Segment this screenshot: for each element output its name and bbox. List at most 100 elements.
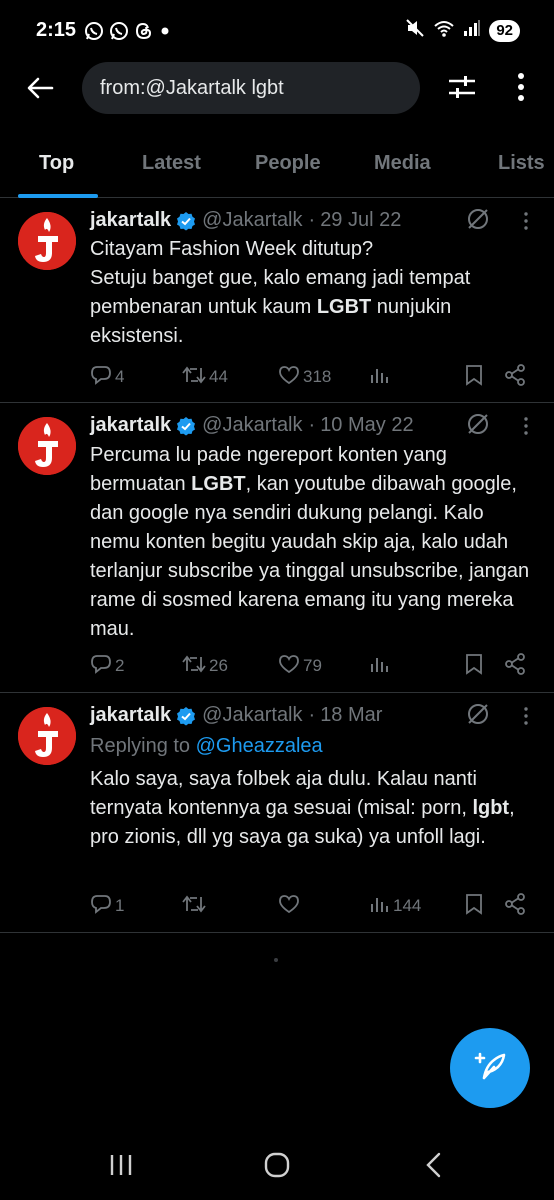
reply-icon — [90, 654, 112, 679]
date-separator: · — [308, 704, 316, 726]
tweet[interactable]: jakartalk @Jakartalk · 10 May 22 Percuma… — [0, 403, 554, 693]
share-button[interactable] — [504, 891, 526, 921]
like-count: 79 — [303, 656, 322, 675]
tab-lists[interactable]: Lists — [498, 140, 545, 198]
share-icon — [504, 652, 526, 680]
avatar[interactable] — [18, 417, 76, 475]
recent-apps-button[interactable] — [106, 1152, 136, 1182]
system-icons: 92 — [405, 18, 520, 43]
date-separator: · — [308, 209, 316, 231]
home-button[interactable] — [262, 1152, 292, 1182]
grok-button[interactable] — [464, 412, 492, 440]
grok-button[interactable] — [464, 207, 492, 235]
avatar[interactable] — [18, 707, 76, 765]
like-icon — [278, 365, 300, 390]
like-button[interactable]: 318 — [278, 362, 331, 392]
highlighted-term: lgbt — [472, 797, 510, 819]
author-handle: @Jakartalk — [202, 414, 303, 436]
tab-media[interactable]: Media — [374, 140, 431, 198]
like-icon — [278, 894, 300, 919]
tweet-header: jakartalk @Jakartalk · 10 May 22 — [90, 414, 414, 437]
bookmark-icon — [465, 364, 483, 391]
whatsapp-icon — [109, 21, 129, 41]
tweet[interactable]: jakartalk @Jakartalk · 29 Jul 22 Citayam… — [0, 199, 554, 403]
tweet-date: 10 May 22 — [320, 414, 414, 436]
date-separator: · — [308, 414, 316, 436]
mention-link[interactable]: @Gheazzalea — [196, 735, 323, 757]
verified-badge-icon — [176, 416, 196, 436]
tab-people[interactable]: People — [255, 140, 321, 198]
retweet-button[interactable]: 26 — [182, 651, 228, 681]
retweet-button[interactable]: 44 — [182, 362, 228, 392]
notification-icons — [84, 21, 171, 41]
tweet-actions: 2 26 79 — [90, 651, 534, 681]
back-chevron-icon — [424, 1152, 442, 1183]
views-button[interactable]: 144 — [370, 891, 421, 921]
views-button[interactable] — [370, 362, 393, 392]
search-input[interactable]: from:@Jakartalk lgbt — [82, 62, 420, 114]
bookmark-button[interactable] — [465, 362, 483, 392]
share-icon — [504, 363, 526, 391]
author-handle: @Jakartalk — [202, 704, 303, 726]
views-button[interactable] — [370, 651, 393, 681]
back-nav-button[interactable] — [420, 1152, 446, 1182]
status-bar: 2:15 92 — [0, 0, 554, 62]
tweet-text: Citayam Fashion Week ditutup? Setuju ban… — [90, 238, 471, 347]
avatar[interactable] — [18, 212, 76, 270]
share-button[interactable] — [504, 362, 526, 392]
reply-count: 2 — [115, 656, 125, 675]
tweet-text: Percuma lu pade ngereport konten yang be… — [90, 444, 530, 640]
tweet-actions: 1 144 — [90, 891, 534, 921]
reply-button[interactable]: 4 — [90, 362, 124, 392]
retweet-button[interactable] — [182, 891, 209, 921]
search-query: from:@Jakartalk lgbt — [100, 76, 284, 99]
tweet-more-button[interactable] — [516, 209, 536, 237]
search-header: from:@Jakartalk lgbt — [0, 62, 554, 118]
back-button[interactable] — [22, 74, 58, 106]
reply-icon — [90, 365, 112, 390]
share-button[interactable] — [504, 651, 526, 681]
compose-button[interactable] — [450, 1028, 530, 1108]
tab-top[interactable]: Top — [39, 140, 74, 198]
tab-latest[interactable]: Latest — [142, 140, 201, 198]
overflow-menu-button[interactable] — [506, 72, 536, 106]
more-vertical-icon — [524, 416, 528, 440]
active-tab-indicator — [18, 194, 98, 198]
tweet-more-button[interactable] — [516, 414, 536, 442]
author-name[interactable]: jakartalk — [90, 414, 171, 437]
bookmark-button[interactable] — [465, 651, 483, 681]
grok-button[interactable] — [464, 702, 492, 730]
more-vertical-icon — [524, 706, 528, 730]
tweet-date: 29 Jul 22 — [320, 209, 402, 231]
search-filter-button[interactable] — [444, 72, 480, 106]
views-count: 144 — [393, 896, 422, 915]
replying-to: Replying to @Gheazzalea — [90, 735, 323, 757]
reply-button[interactable]: 1 — [90, 891, 124, 921]
retweet-count: 44 — [209, 367, 228, 386]
verified-badge-icon — [176, 706, 196, 726]
like-button[interactable] — [278, 891, 303, 921]
jakartalk-logo-icon — [18, 212, 76, 270]
tweet-header: jakartalk @Jakartalk · 29 Jul 22 — [90, 209, 401, 232]
views-icon — [370, 894, 390, 919]
retweet-icon — [182, 894, 206, 919]
views-icon — [370, 365, 390, 390]
wifi-icon — [433, 18, 455, 43]
back-arrow-icon — [26, 76, 54, 105]
bookmark-button[interactable] — [465, 891, 483, 921]
battery-indicator: 92 — [489, 19, 520, 42]
search-tabs: Top Latest People Media Lists — [0, 140, 554, 198]
reply-icon — [90, 894, 112, 919]
author-name[interactable]: jakartalk — [90, 209, 171, 232]
author-name[interactable]: jakartalk — [90, 704, 171, 727]
whatsapp-icon — [84, 21, 104, 41]
tweet[interactable]: jakartalk @Jakartalk · 18 Mar Replying t… — [0, 693, 554, 933]
tweet-header: jakartalk @Jakartalk · 18 Mar — [90, 704, 382, 727]
author-handle: @Jakartalk — [202, 209, 303, 231]
tweet-text: Kalo saya, saya folbek aja dulu. Kalau n… — [90, 768, 515, 848]
home-icon — [263, 1151, 291, 1184]
tweet-more-button[interactable] — [516, 704, 536, 732]
filter-sliders-icon — [447, 73, 477, 106]
like-button[interactable]: 79 — [278, 651, 322, 681]
reply-button[interactable]: 2 — [90, 651, 124, 681]
